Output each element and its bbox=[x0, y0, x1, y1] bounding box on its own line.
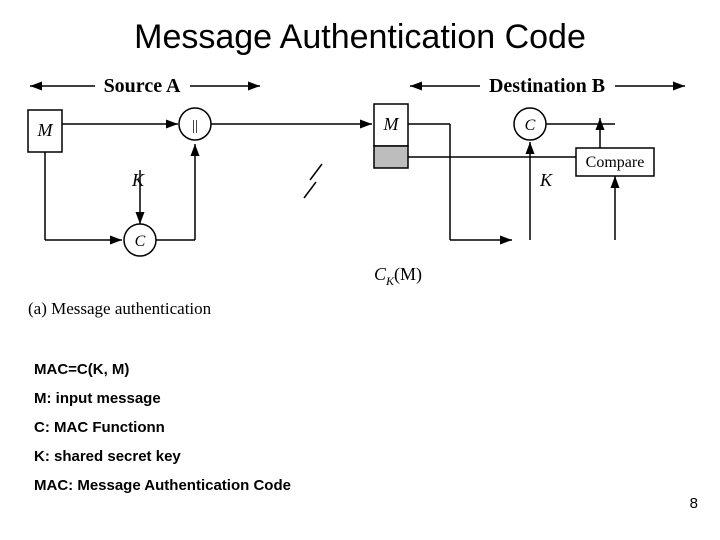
diagram-caption: (a) Message authentication bbox=[28, 299, 212, 318]
mac-payload bbox=[374, 146, 408, 168]
concat-label: || bbox=[192, 118, 198, 134]
def-equation: MAC=C(K, M) bbox=[34, 362, 291, 377]
page-number: 8 bbox=[690, 495, 698, 512]
dest-label: Destination B bbox=[489, 75, 605, 97]
slide-title: Message Authentication Code bbox=[0, 0, 720, 57]
def-m: M: input message bbox=[34, 391, 291, 406]
k-label-dest: K bbox=[539, 170, 553, 190]
ck-label: CK(M) bbox=[374, 264, 422, 288]
definitions-block: MAC=C(K, M) M: input message C: MAC Func… bbox=[34, 362, 291, 507]
def-k: K: shared secret key bbox=[34, 449, 291, 464]
k-label-source: K bbox=[131, 170, 145, 190]
m-label-source: M bbox=[37, 120, 54, 140]
m-label-dest: M bbox=[383, 114, 400, 134]
compare-label: Compare bbox=[586, 154, 645, 171]
c-label-source: C bbox=[135, 233, 146, 250]
def-c: C: MAC Functionn bbox=[34, 420, 291, 435]
source-label: Source A bbox=[104, 75, 181, 97]
mac-diagram: Source A Destination B M K C || M C K bbox=[0, 70, 720, 330]
c-label-dest: C bbox=[525, 117, 536, 134]
def-mac: MAC: Message Authentication Code bbox=[34, 478, 291, 493]
